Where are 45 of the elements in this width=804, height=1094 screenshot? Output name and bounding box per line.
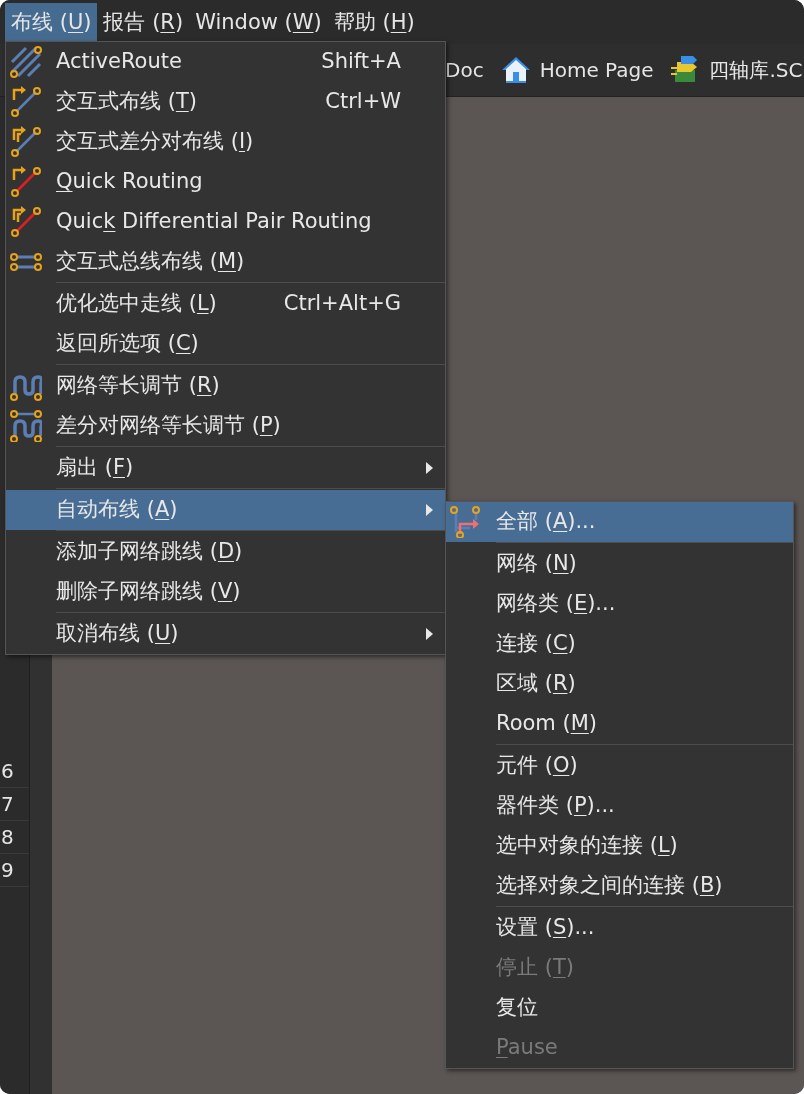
menu-item[interactable]: Quick Routing xyxy=(6,162,445,202)
menu-item[interactable]: 网络类 (E)... xyxy=(446,584,793,624)
menu-item[interactable]: 交互式总线布线 (M) xyxy=(6,242,445,282)
double-arrow-trace-icon xyxy=(10,126,42,158)
menu-bar-item[interactable]: 布线 (U) xyxy=(5,3,98,41)
meander-icon xyxy=(10,410,42,442)
trace-arrow-icon xyxy=(10,166,42,198)
menu-item[interactable]: 网络 (N) xyxy=(446,544,793,584)
menu-item[interactable]: 扇出 (F) xyxy=(6,448,445,488)
menu-item[interactable]: 连接 (C) xyxy=(446,624,793,664)
menu-item[interactable]: 区域 (R) xyxy=(446,664,793,704)
menu-item[interactable]: 交互式差分对布线 (I) xyxy=(6,122,445,162)
menu-bar-item[interactable]: 报告 (R) xyxy=(97,3,190,41)
menu-item[interactable]: 优化选中走线 (L) Ctrl+Alt+G xyxy=(6,284,445,324)
line-number: 7 xyxy=(1,792,14,816)
menu-item[interactable]: 器件类 (P)... xyxy=(446,786,793,826)
menu-item[interactable]: 差分对网络等长调节 (P) xyxy=(6,406,445,446)
menu-bar-item[interactable]: 帮助 (H) xyxy=(327,3,421,41)
menu-item[interactable]: ActiveRoute Shift+A xyxy=(6,42,445,82)
menu-item[interactable]: 自动布线 (A) xyxy=(6,490,445,530)
menu-item[interactable]: Room (M) xyxy=(446,704,793,744)
menu-item[interactable]: 取消布线 (U) xyxy=(6,614,445,654)
menu-item[interactable]: Quick Differential Pair Routing xyxy=(6,202,445,242)
menu-item[interactable]: 全部 (A)... xyxy=(446,502,793,542)
menu-item[interactable]: 选中对象的连接 (L) xyxy=(446,826,793,866)
menu-item[interactable]: 网络等长调节 (R) xyxy=(6,366,445,406)
menu-item[interactable]: 添加子网络跳线 (D) xyxy=(6,532,445,572)
document-tab[interactable]: Doc xyxy=(445,55,484,85)
menu-item[interactable]: 复位 xyxy=(446,988,793,1028)
menu-item[interactable]: 选择对象之间的连接 (B) xyxy=(446,866,793,906)
menu-bar-item[interactable]: Window (W) xyxy=(189,3,328,41)
double-arrow-trace-icon xyxy=(10,206,42,238)
trace-arrow-icon xyxy=(10,86,42,118)
document-tab[interactable]: Home Page xyxy=(539,55,654,85)
line-number: 9 xyxy=(1,858,14,882)
menu-item[interactable]: 设置 (S)... xyxy=(446,908,793,948)
striped-trace-icon xyxy=(10,46,42,78)
branch-arrow-icon xyxy=(450,506,482,538)
line-number: 6 xyxy=(1,759,14,783)
line-number: 8 xyxy=(1,825,14,849)
menu-item[interactable]: 元件 (O) xyxy=(446,746,793,786)
document-tab[interactable]: 四轴库.SC xyxy=(709,55,803,85)
menu-item[interactable]: 返回所选项 (C) xyxy=(6,324,445,364)
menu-item[interactable]: 删除子网络跳线 (V) xyxy=(6,572,445,612)
menu-item[interactable]: 交互式布线 (T) Ctrl+W xyxy=(6,82,445,122)
